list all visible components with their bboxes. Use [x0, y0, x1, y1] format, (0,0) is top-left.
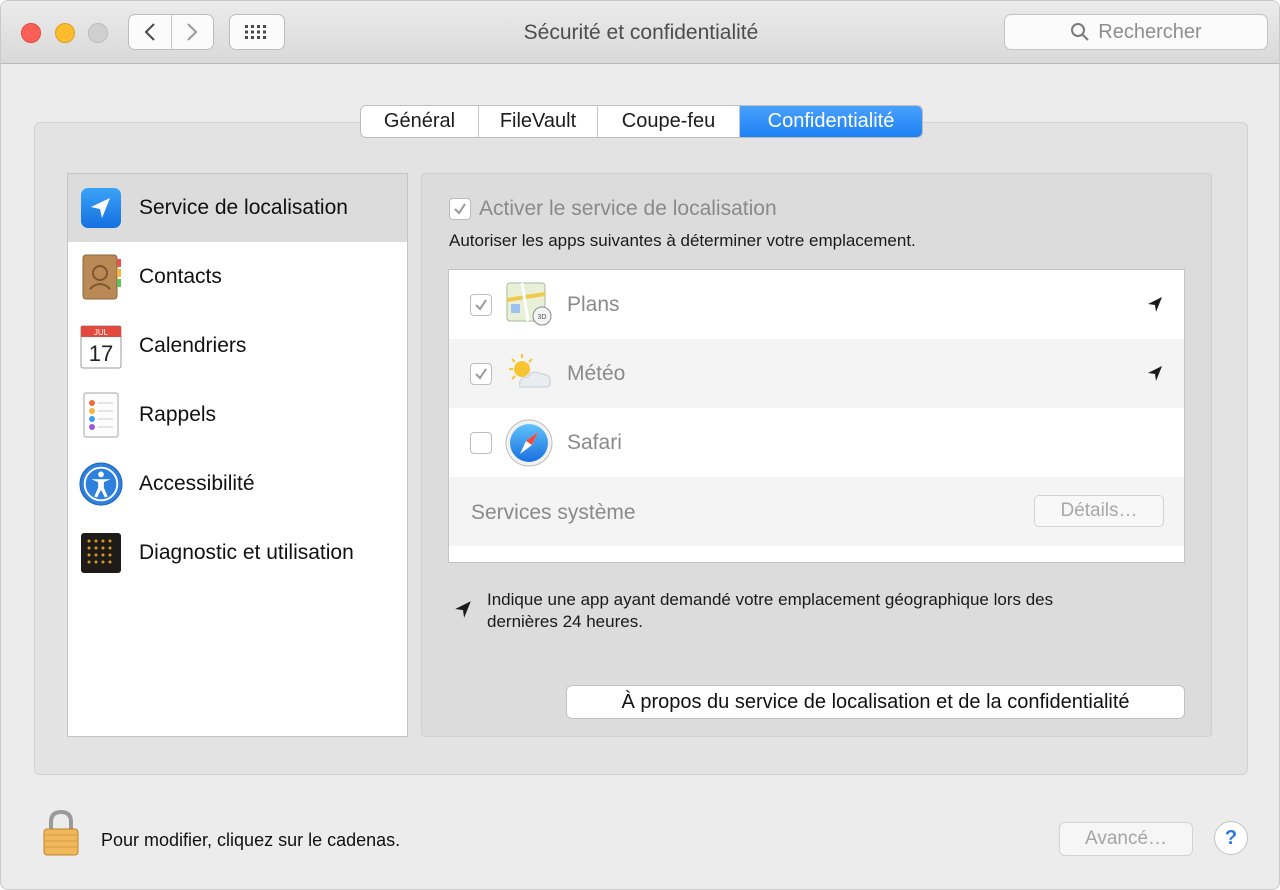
close-window-button[interactable] — [21, 23, 41, 43]
sidebar-item-label: Contacts — [139, 265, 222, 288]
checkmark-icon — [475, 368, 487, 380]
location-arrow-icon — [1148, 297, 1162, 312]
sidebar-item-label: Calendriers — [139, 334, 247, 357]
system-services-label: Services système — [471, 501, 636, 524]
search-icon — [1071, 23, 1090, 41]
grid-icon — [245, 25, 266, 39]
tab-privacy[interactable]: Confidentialité — [739, 106, 922, 137]
weather-icon — [504, 349, 554, 399]
app-row-safari: Safari — [449, 408, 1184, 477]
app-row-maps: 3D Plans — [449, 270, 1184, 339]
tab-bar: Général FileVault Coupe-feu Confidential… — [360, 105, 923, 138]
sidebar-item-calendars[interactable]: JUL 17 Calendriers — [68, 312, 407, 380]
back-button[interactable] — [129, 15, 171, 49]
legend-text-line: dernières 24 heures. — [487, 612, 643, 631]
tab-firewall[interactable]: Coupe-feu — [597, 106, 739, 137]
app-row-weather: Météo — [449, 339, 1184, 408]
sidebar-item-contacts[interactable]: Contacts — [68, 243, 407, 311]
contacts-icon — [78, 254, 124, 300]
forward-button[interactable] — [170, 15, 214, 49]
calendar-icon: JUL 17 — [78, 323, 124, 369]
enable-location-row: Activer le service de localisation — [449, 197, 777, 221]
legend-text-line: Indique une app ayant demandé votre empl… — [487, 590, 1054, 609]
app-name: Plans — [567, 293, 620, 316]
sidebar-item-accessibility[interactable]: Accessibilité — [68, 450, 407, 518]
sidebar-item-label: Rappels — [139, 403, 217, 426]
sidebar-item-label: Accessibilité — [139, 472, 255, 495]
maps-icon: 3D — [504, 280, 554, 330]
advanced-button[interactable]: Avancé… — [1059, 822, 1193, 856]
app-list: 3D Plans Météo Safari Services système D… — [448, 269, 1185, 563]
sidebar-item-location-services[interactable]: Service de localisation — [68, 174, 407, 242]
svg-text:17: 17 — [89, 341, 113, 366]
location-arrow-icon — [455, 601, 471, 618]
sidebar-item-label: Service de localisation — [139, 196, 348, 219]
diagnostics-icon — [78, 530, 124, 576]
padlock-icon — [43, 809, 79, 856]
checkmark-icon — [454, 203, 466, 215]
enable-location-label: Activer le service de localisation — [479, 197, 777, 220]
sidebar-item-reminders[interactable]: Rappels — [68, 381, 407, 449]
enable-location-checkbox[interactable] — [449, 198, 471, 220]
window-title: Sécurité et confidentialité — [523, 21, 759, 44]
app-name: Safari — [567, 431, 622, 454]
lock-button[interactable] — [41, 809, 81, 862]
app-checkbox-maps[interactable] — [470, 294, 492, 316]
show-all-button[interactable] — [229, 14, 285, 50]
search-placeholder: Rechercher — [1098, 20, 1202, 43]
safari-icon — [504, 418, 554, 468]
title-bar: Sécurité et confidentialité Rechercher — [1, 1, 1279, 64]
search-field[interactable]: Rechercher — [1004, 14, 1268, 50]
system-services-row: Services système Détails… — [449, 477, 1184, 546]
sidebar-item-label: Diagnostic et utilisation — [139, 541, 354, 564]
app-name: Météo — [567, 362, 626, 385]
chevron-right-icon — [187, 23, 198, 41]
legend-text: Indique une app ayant demandé votre empl… — [487, 589, 1053, 633]
svg-text:JUL: JUL — [94, 328, 109, 337]
details-button[interactable]: Détails… — [1034, 495, 1164, 527]
back-forward-group — [128, 14, 214, 50]
location-services-icon — [78, 185, 124, 231]
minimize-window-button[interactable] — [55, 23, 75, 43]
app-checkbox-weather[interactable] — [470, 363, 492, 385]
lock-hint-text: Pour modifier, cliquez sur le cadenas. — [101, 830, 401, 850]
reminders-icon — [78, 392, 124, 438]
app-checkbox-safari[interactable] — [470, 432, 492, 454]
chevron-left-icon — [144, 23, 155, 41]
tab-general[interactable]: Général — [361, 106, 478, 137]
tab-filevault[interactable]: FileVault — [478, 106, 597, 137]
checkmark-icon — [475, 299, 487, 311]
about-location-privacy-button[interactable]: À propos du service de localisation et d… — [566, 685, 1185, 719]
allow-apps-text: Autoriser les apps suivantes à détermine… — [449, 231, 916, 250]
zoom-window-button[interactable] — [88, 23, 108, 43]
privacy-category-list: Service de localisation Contacts JUL 17 C… — [67, 173, 408, 737]
sidebar-item-diagnostics[interactable]: Diagnostic et utilisation — [68, 519, 407, 587]
help-button[interactable]: ? — [1214, 821, 1248, 855]
preferences-window: Sécurité et confidentialité Rechercher G… — [0, 0, 1280, 890]
location-arrow-icon — [1148, 366, 1162, 381]
svg-text:3D: 3D — [538, 314, 547, 321]
accessibility-icon — [78, 461, 124, 507]
